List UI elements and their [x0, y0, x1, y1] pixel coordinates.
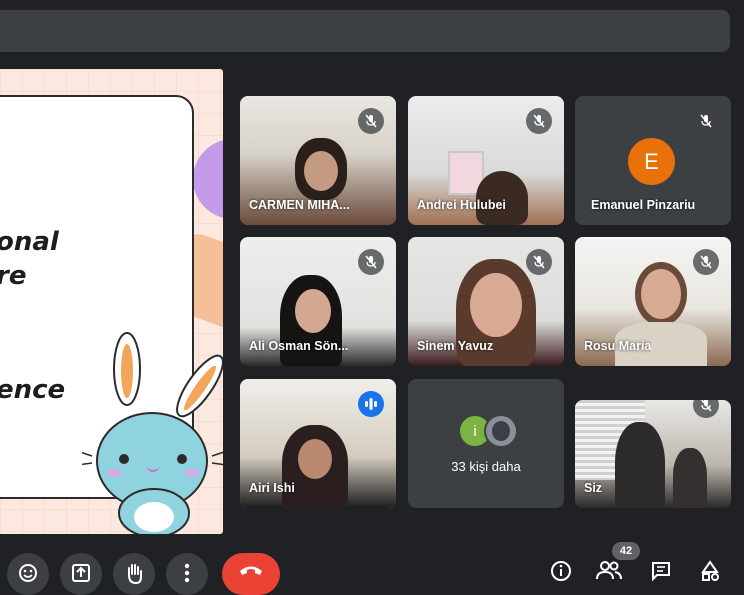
- participant-name: Sinem Yavuz: [417, 339, 494, 353]
- slide-text-line-2: re: [0, 261, 27, 291]
- mic-off-icon: [526, 108, 552, 134]
- mic-off-icon: [693, 108, 719, 134]
- participant-name: Ali Osman Sön...: [249, 339, 349, 353]
- present-icon: [72, 564, 90, 582]
- presentation-slide[interactable]: onal re ence: [0, 69, 223, 534]
- mic-off-icon: [693, 249, 719, 275]
- participant-tile[interactable]: Sinem Yavuz: [408, 237, 564, 366]
- more-participants-avatars: i: [458, 412, 518, 448]
- people-button[interactable]: [596, 560, 622, 584]
- bunny-illustration: [82, 332, 223, 534]
- participant-tile[interactable]: E Emanuel Pinzariu: [575, 96, 731, 225]
- participant-name: Siz: [584, 481, 603, 495]
- avatar: E: [628, 138, 675, 185]
- speaking-indicator-icon: [358, 391, 384, 417]
- people-icon: [596, 561, 622, 580]
- participant-tile[interactable]: Rosu Maria: [575, 237, 731, 366]
- more-participants-tile[interactable]: i 33 kişi daha: [408, 379, 564, 508]
- more-options-icon: [184, 563, 190, 583]
- emoji-button[interactable]: [7, 553, 49, 595]
- end-call-button[interactable]: [222, 553, 280, 595]
- participant-name: Emanuel Pinzariu: [591, 198, 696, 212]
- person-face: [304, 151, 338, 191]
- more-options-button[interactable]: [166, 553, 208, 595]
- participant-name: Andrei Hulubei: [417, 198, 506, 212]
- participant-tile-active-speaker[interactable]: Airi Ishi: [240, 379, 396, 508]
- more-participants-label: 33 kişi daha: [451, 459, 521, 474]
- participant-name: Rosu Maria: [584, 339, 652, 353]
- participant-tile[interactable]: CARMEN MIHA...: [240, 96, 396, 225]
- person-silhouette: [615, 422, 665, 508]
- meeting-info-button[interactable]: [548, 560, 574, 584]
- chat-button[interactable]: [648, 560, 674, 584]
- raise-hand-button[interactable]: [113, 553, 155, 595]
- participant-tile[interactable]: Ali Osman Sön...: [240, 237, 396, 366]
- slide-text-line-1: onal: [0, 227, 59, 257]
- slide-text-line-3: ence: [0, 375, 66, 405]
- person-silhouette: [673, 448, 707, 508]
- person-face: [295, 289, 331, 333]
- top-bar: [0, 10, 730, 52]
- participant-name: CARMEN MIHA...: [249, 198, 350, 212]
- activities-button[interactable]: [697, 560, 723, 584]
- mic-off-icon: [526, 249, 552, 275]
- participants-count-badge: 42: [612, 542, 640, 560]
- emoji-icon: [19, 564, 37, 582]
- end-call-icon: [240, 566, 262, 575]
- self-view-tile[interactable]: Siz: [575, 400, 731, 508]
- mic-off-icon: [358, 249, 384, 275]
- person-face: [641, 269, 681, 319]
- present-button[interactable]: [60, 553, 102, 595]
- person-face: [298, 439, 332, 479]
- raise-hand-icon: [128, 564, 142, 585]
- participant-tile[interactable]: Andrei Hulubei: [408, 96, 564, 225]
- avatar-photo: [484, 414, 518, 448]
- mic-off-icon: [358, 108, 384, 134]
- person-face: [470, 273, 522, 337]
- participant-name: Airi Ishi: [249, 481, 295, 495]
